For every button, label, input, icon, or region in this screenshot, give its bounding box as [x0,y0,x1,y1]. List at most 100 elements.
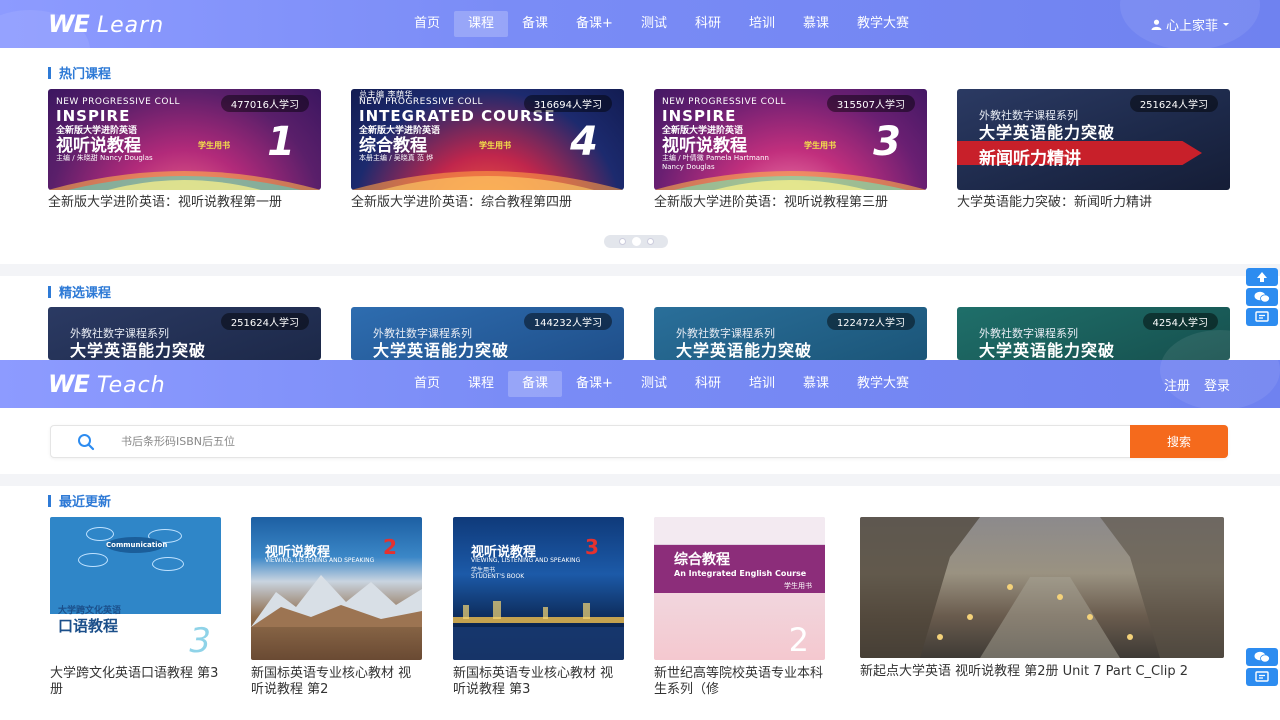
learner-count: 315507人学习 [826,95,915,112]
learn-nav-training[interactable]: 培训 [735,11,789,37]
teach-nav-prep-plus[interactable]: 备课+ [562,371,627,397]
cover-bubbles: Communication [78,527,188,581]
recent-updates-heading: 最近更新 [48,491,111,510]
section-divider [0,474,1280,486]
learn-nav-courses[interactable]: 课程 [454,11,509,37]
wechat-button[interactable] [1246,288,1278,306]
message-icon [1255,311,1269,322]
teach-nav-test[interactable]: 测试 [627,371,681,397]
heading-bar [48,494,51,507]
back-to-top-button[interactable] [1246,268,1278,286]
book-title[interactable]: 大学跨文化英语口语教程 第3册 [50,666,221,698]
course-cover[interactable]: 316694人学习 总主编 李荫华 NEW PROGRESSIVE COLL I… [351,89,624,190]
learner-count: 4254人学习 [1142,313,1218,330]
book-title[interactable]: 新国标英语专业核心教材 视听说教程 第3 [453,666,624,698]
learner-count: 144232人学习 [523,313,612,330]
video-title[interactable]: 新起点大学英语 视听说教程 第2册 Unit 7 Part C_Clip 2 [860,664,1224,680]
teach-header: WE Teach 首页 课程 备课 备课+ 测试 科研 培训 慕课 教学大赛 注… [0,330,1280,410]
wechat-button[interactable] [1246,648,1278,666]
isbn-search-input[interactable] [121,426,1130,457]
cover-decoration [48,171,321,190]
teach-nav: 首页 课程 备课 备课+ 测试 科研 培训 慕课 教学大赛 [400,360,923,408]
book-cover[interactable]: 视听说教程 2 VIEWING, LISTENING AND SPEAKING [251,517,422,660]
heading-bar [48,285,51,298]
book-card[interactable]: 视听说教程 2 VIEWING, LISTENING AND SPEAKING … [251,517,422,698]
painting-image [860,517,1224,658]
learn-nav-prep[interactable]: 备课 [508,11,562,37]
cover-decoration [351,171,624,190]
book-card[interactable]: Communication 大学跨文化英语 口语教程 3 大学跨文化英语口语教程… [50,517,221,698]
course-title[interactable]: 全新版大学进阶英语：视听说教程第三册 [654,195,927,211]
teach-nav-mooc[interactable]: 慕课 [789,371,843,397]
learn-nav-contest[interactable]: 教学大赛 [843,11,923,37]
course-cover[interactable]: 315507人学习 NEW PROGRESSIVE COLL INSPIRE 全… [654,89,927,190]
course-title[interactable]: 全新版大学进阶英语：综合教程第四册 [351,195,624,211]
learn-nav-mooc[interactable]: 慕课 [789,11,843,37]
mountain-image [251,575,422,627]
learn-nav: 首页 课程 备课 备课+ 测试 科研 培训 慕课 教学大赛 [400,0,923,48]
video-card[interactable]: 新起点大学英语 视听说教程 第2册 Unit 7 Part C_Clip 2 [860,517,1224,680]
heading-bar [48,66,51,79]
user-name: 心上家菲 [1165,18,1218,34]
teach-logo[interactable]: WE Teach [48,370,166,398]
auth-links: 注册 登录 [1164,375,1230,394]
course-card[interactable]: 122472人学习 外教社数字课程系列 大学英语能力突破 [654,307,927,360]
course-card[interactable]: 315507人学习 NEW PROGRESSIVE COLL INSPIRE 全… [654,89,927,211]
learn-logo[interactable]: WE Learn [48,10,164,38]
message-icon [1255,671,1269,682]
user-icon [1151,19,1162,30]
pager-dot-active[interactable] [631,237,641,246]
login-link[interactable]: 登录 [1204,375,1230,394]
learner-count: 122472人学习 [826,313,915,330]
teach-nav-research[interactable]: 科研 [681,371,735,397]
search-button[interactable]: 搜索 [1130,425,1228,458]
course-cover[interactable]: 144232人学习 外教社数字课程系列 大学英语能力突破 [351,307,624,360]
book-card[interactable]: 综合教程 An Integrated English Course 学生用书 2… [654,517,825,698]
course-card[interactable]: 477016人学习 NEW PROGRESSIVE COLL INSPIRE 全… [48,89,321,211]
course-cover[interactable]: 251624人学习 外教社数字课程系列 大学英语能力突破 [48,307,321,360]
teach-nav-training[interactable]: 培训 [735,371,789,397]
book-cover[interactable]: 综合教程 An Integrated English Course 学生用书 2 [654,517,825,660]
course-card[interactable]: 316694人学习 总主编 李荫华 NEW PROGRESSIVE COLL I… [351,89,624,211]
course-title[interactable]: 大学英语能力突破：新闻听力精讲 [957,195,1230,211]
learner-count: 251624人学习 [1129,95,1218,112]
pager-dot[interactable] [646,238,654,245]
teach-nav-courses[interactable]: 课程 [454,371,508,397]
teach-nav-home[interactable]: 首页 [400,371,454,397]
course-cover[interactable]: 251624人学习 外教社数字课程系列 大学英语能力突破 新闻听力精讲 [957,89,1230,190]
book-cover[interactable]: Communication 大学跨文化英语 口语教程 3 [50,517,221,660]
learn-nav-prep-plus[interactable]: 备课+ [562,11,627,37]
course-card[interactable]: 251624人学习 外教社数字课程系列 大学英语能力突破 新闻听力精讲 大学英语… [957,89,1230,211]
book-title[interactable]: 新世纪高等院校英语专业本科生系列（修 [654,666,825,698]
search-icon [51,426,121,457]
teach-nav-prep[interactable]: 备课 [508,371,563,397]
course-title[interactable]: 全新版大学进阶英语：视听说教程第一册 [48,195,321,211]
screen: WE Learn 首页 课程 备课 备课+ 测试 科研 培训 慕课 教学大赛 心… [0,0,1280,720]
user-menu[interactable]: 心上家菲 [1151,15,1230,34]
learner-count: 477016人学习 [220,95,309,112]
course-card[interactable]: 144232人学习 外教社数字课程系列 大学英语能力突破 [351,307,624,360]
learn-nav-test[interactable]: 测试 [627,11,681,37]
hot-courses-heading: 热门课程 [48,63,111,82]
wechat-icon [1254,291,1270,303]
feedback-button[interactable] [1246,668,1278,686]
teach-nav-contest[interactable]: 教学大赛 [843,371,923,397]
isbn-search-bar: 搜索 [50,425,1228,458]
book-cover[interactable]: 视听说教程 3 VIEWING, LISTENING AND SPEAKING … [453,517,624,660]
section-divider [0,264,1280,276]
learn-nav-home[interactable]: 首页 [400,11,454,37]
book-title[interactable]: 新国标英语专业核心教材 视听说教程 第2 [251,666,422,698]
cover-decoration [654,171,927,190]
video-thumbnail[interactable] [860,517,1224,658]
course-cover[interactable]: 122472人学习 外教社数字课程系列 大学英语能力突破 [654,307,927,360]
learner-count: 251624人学习 [220,313,309,330]
learn-header: WE Learn 首页 课程 备课 备课+ 测试 科研 培训 慕课 教学大赛 心… [0,0,1280,90]
course-cover[interactable]: 477016人学习 NEW PROGRESSIVE COLL INSPIRE 全… [48,89,321,190]
book-card[interactable]: 视听说教程 3 VIEWING, LISTENING AND SPEAKING … [453,517,624,698]
register-link[interactable]: 注册 [1164,375,1190,394]
learner-count: 316694人学习 [523,95,612,112]
pager-dot[interactable] [618,238,626,245]
learn-nav-research[interactable]: 科研 [681,11,735,37]
feedback-button[interactable] [1246,308,1278,326]
course-card[interactable]: 251624人学习 外教社数字课程系列 大学英语能力突破 [48,307,321,360]
